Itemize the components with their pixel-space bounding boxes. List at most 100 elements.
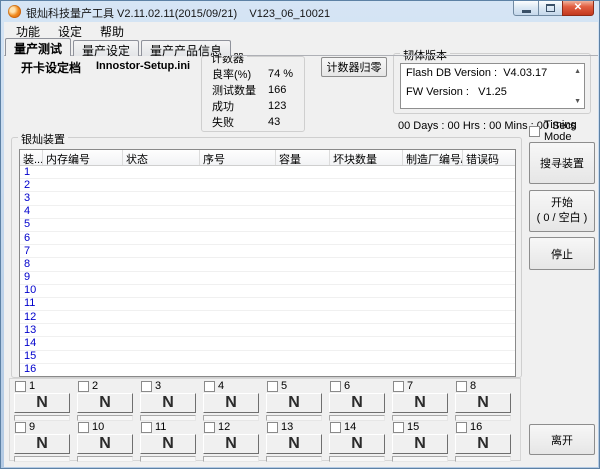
port-cell-8: 8N xyxy=(455,380,518,420)
table-row[interactable]: 6 xyxy=(20,232,515,245)
column-header-3[interactable]: 序号 xyxy=(200,150,276,165)
port-checkbox[interactable] xyxy=(78,422,89,433)
menu-item-settings[interactable]: 设定 xyxy=(49,22,91,38)
search-devices-button[interactable]: 搜寻装置 xyxy=(529,142,595,184)
column-header-5[interactable]: 坏块数量 xyxy=(330,150,403,165)
port-progress-bar xyxy=(329,456,385,462)
column-header-4[interactable]: 容量 xyxy=(276,150,330,165)
exit-button[interactable]: 离开 xyxy=(529,424,595,455)
scroll-up-icon[interactable]: ▲ xyxy=(574,68,581,75)
menu-item-function[interactable]: 功能 xyxy=(7,22,49,38)
start-button[interactable]: 开始 ( 0 / 空白 ) xyxy=(529,190,595,232)
port-status-button[interactable]: N xyxy=(329,393,385,413)
row-number: 1 xyxy=(20,167,30,178)
table-row[interactable]: 15 xyxy=(20,351,515,364)
port-status-button[interactable]: N xyxy=(455,434,511,454)
row-number: 9 xyxy=(20,272,30,283)
close-button[interactable]: ✕ xyxy=(562,0,594,16)
port-status-button[interactable]: N xyxy=(140,393,196,413)
tab-product-info[interactable]: 量产产品信息 xyxy=(141,40,231,56)
minimize-button[interactable] xyxy=(513,0,539,16)
port-status-button[interactable]: N xyxy=(77,393,133,413)
port-cell-14: 14N xyxy=(329,421,392,461)
menu-item-help[interactable]: 帮助 xyxy=(91,22,133,38)
table-row[interactable]: 3 xyxy=(20,192,515,205)
ports-grid: 1N2N3N4N5N6N7N8N9N10N11N12N13N14N15N16N xyxy=(14,380,518,461)
table-row[interactable]: 13 xyxy=(20,324,515,337)
port-status-button[interactable]: N xyxy=(14,434,70,454)
maximize-button[interactable] xyxy=(538,0,563,16)
timing-mode-field: Timing Mode xyxy=(529,119,598,143)
table-row[interactable]: 7 xyxy=(20,245,515,258)
app-window: 银灿科技量产工具 V2.11.02.11(2015/09/21) V123_06… xyxy=(0,0,600,469)
port-progress-bar xyxy=(392,456,448,462)
port-checkbox[interactable] xyxy=(15,422,26,433)
port-cell-15: 15N xyxy=(392,421,455,461)
firmware-version-line: FW Version : V1.25 xyxy=(406,86,568,98)
port-cell-5: 5N xyxy=(266,380,329,420)
table-row[interactable]: 11 xyxy=(20,298,515,311)
port-number: 7 xyxy=(407,380,413,392)
port-checkbox[interactable] xyxy=(393,422,404,433)
port-status-button[interactable]: N xyxy=(266,434,322,454)
column-header-0[interactable]: 装... xyxy=(20,150,43,165)
scroll-down-icon[interactable]: ▼ xyxy=(574,98,581,105)
port-checkbox[interactable] xyxy=(15,381,26,392)
tab-production-settings[interactable]: 量产设定 xyxy=(73,40,139,56)
port-number: 3 xyxy=(155,380,161,392)
table-row[interactable]: 16 xyxy=(20,364,515,377)
port-status-button[interactable]: N xyxy=(329,434,385,454)
table-row[interactable]: 9 xyxy=(20,272,515,285)
table-row[interactable]: 12 xyxy=(20,311,515,324)
column-header-7[interactable]: 错误码 xyxy=(463,150,516,165)
port-cell-6: 6N xyxy=(329,380,392,420)
port-checkbox[interactable] xyxy=(204,422,215,433)
row-number: 10 xyxy=(20,285,36,296)
port-checkbox[interactable] xyxy=(330,422,341,433)
port-status-button[interactable]: N xyxy=(14,393,70,413)
timing-mode-checkbox[interactable] xyxy=(529,126,540,137)
port-checkbox[interactable] xyxy=(456,381,467,392)
row-number: 12 xyxy=(20,312,36,323)
column-header-2[interactable]: 状态 xyxy=(123,150,200,165)
port-checkbox[interactable] xyxy=(267,422,278,433)
counter-label: 成功 xyxy=(212,98,266,114)
column-header-1[interactable]: 内存编号 xyxy=(43,150,123,165)
port-status-button[interactable]: N xyxy=(203,434,259,454)
port-checkbox[interactable] xyxy=(204,381,215,392)
port-status-button[interactable]: N xyxy=(266,393,322,413)
tab-production-test[interactable]: 量产测试 xyxy=(5,38,71,56)
port-number: 11 xyxy=(155,421,166,433)
port-checkbox[interactable] xyxy=(141,381,152,392)
column-header-6[interactable]: 制造厂编号/产... xyxy=(403,150,463,165)
port-checkbox[interactable] xyxy=(330,381,341,392)
table-row[interactable]: 14 xyxy=(20,337,515,350)
port-checkbox-row: 1 xyxy=(15,380,77,392)
table-row[interactable]: 5 xyxy=(20,219,515,232)
port-checkbox[interactable] xyxy=(78,381,89,392)
table-row[interactable]: 2 xyxy=(20,179,515,192)
table-row[interactable]: 10 xyxy=(20,285,515,298)
port-cell-7: 7N xyxy=(392,380,455,420)
port-cell-10: 10N xyxy=(77,421,140,461)
table-row[interactable]: 1 xyxy=(20,166,515,179)
row-number: 5 xyxy=(20,219,30,230)
table-row[interactable]: 8 xyxy=(20,258,515,271)
counter-reset-button[interactable]: 计数器归零 xyxy=(321,57,387,77)
devices-table-body: 12345678910111213141516 xyxy=(20,166,515,377)
port-status-button[interactable]: N xyxy=(455,393,511,413)
port-status-button[interactable]: N xyxy=(203,393,259,413)
port-checkbox[interactable] xyxy=(393,381,404,392)
table-row[interactable]: 4 xyxy=(20,206,515,219)
port-status-button[interactable]: N xyxy=(392,393,448,413)
port-status-button[interactable]: N xyxy=(392,434,448,454)
port-checkbox[interactable] xyxy=(267,381,278,392)
counter-row: 测试数量166 xyxy=(202,82,304,98)
stop-button[interactable]: 停止 xyxy=(529,237,595,270)
port-checkbox-row: 16 xyxy=(456,421,518,433)
port-status-button[interactable]: N xyxy=(77,434,133,454)
port-checkbox[interactable] xyxy=(141,422,152,433)
port-status-button[interactable]: N xyxy=(140,434,196,454)
port-progress-bar xyxy=(77,456,133,462)
port-checkbox[interactable] xyxy=(456,422,467,433)
